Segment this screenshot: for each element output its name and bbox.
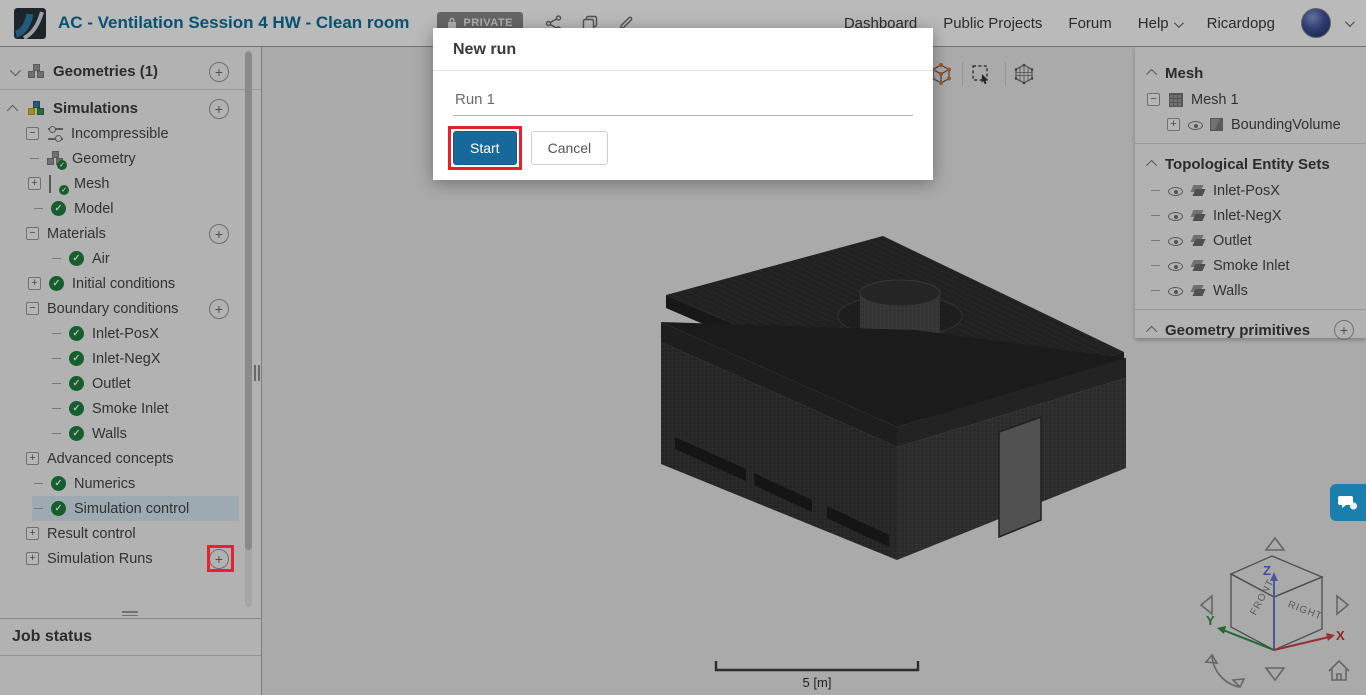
dialog-title: New run <box>433 28 933 71</box>
chat-bubbles-icon <box>1338 496 1358 510</box>
new-run-dialog: New run Start Cancel <box>433 28 933 180</box>
chat-widget-button[interactable] <box>1330 484 1366 521</box>
start-button-annotation: Start <box>448 126 522 170</box>
cancel-button[interactable]: Cancel <box>530 131 609 165</box>
start-button[interactable]: Start <box>453 131 517 165</box>
run-name-input[interactable] <box>453 87 913 116</box>
simscale-workbench: AC - Ventilation Session 4 HW - Clean ro… <box>0 0 1366 695</box>
